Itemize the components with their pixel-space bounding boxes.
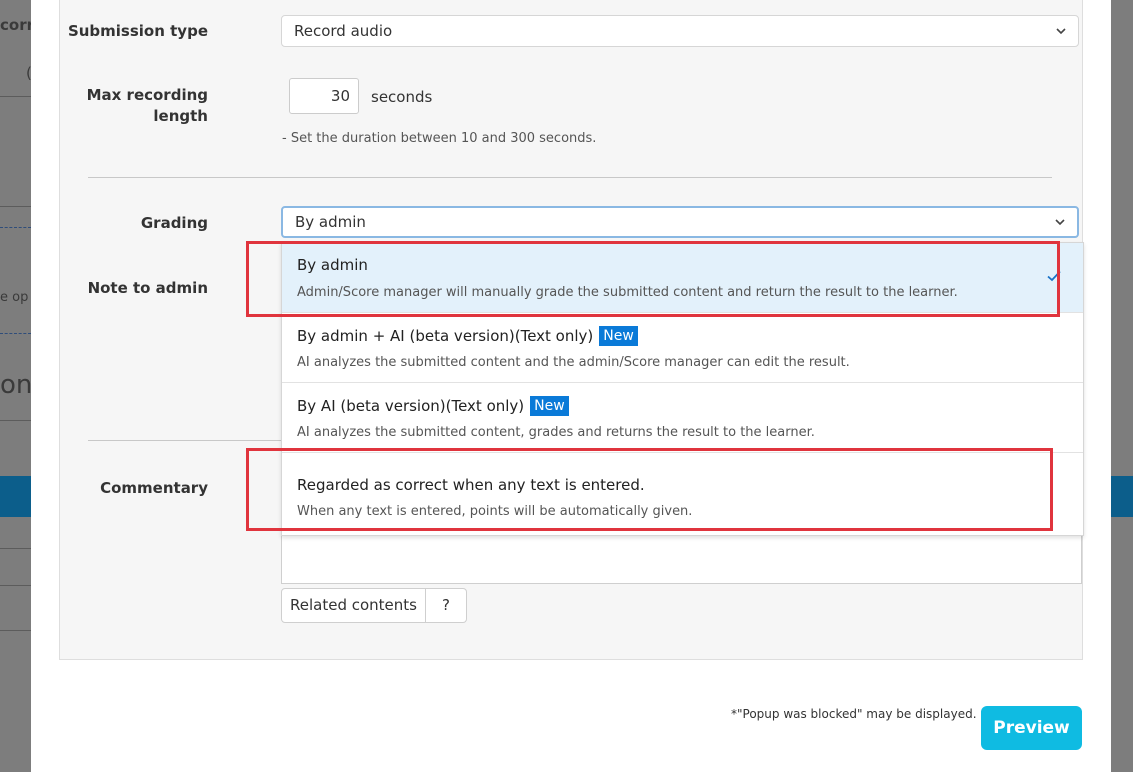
option-description: AI analyzes the submitted content and th…	[297, 355, 850, 370]
bg-blue-bar	[1111, 476, 1133, 517]
bg-blue-bar	[0, 476, 31, 517]
grading-label: Grading	[140, 214, 208, 232]
max-recording-label: Max recording length	[86, 86, 208, 125]
grading-value: By admin	[295, 213, 366, 231]
related-contents-button[interactable]: Related contents	[281, 588, 426, 623]
duration-hint: - Set the duration between 10 and 300 se…	[282, 131, 597, 146]
submission-type-value: Record audio	[294, 22, 393, 40]
related-contents-group: Related contents ?	[281, 588, 467, 623]
submission-type-select[interactable]: Record audio	[281, 15, 1079, 47]
new-badge: New	[530, 396, 569, 416]
bg-divider	[0, 548, 31, 549]
preview-button[interactable]: Preview	[981, 706, 1082, 750]
submission-type-label: Submission type	[67, 22, 208, 40]
commentary-label: Commentary	[100, 479, 208, 497]
settings-panel: Submission type Record audio Max recordi…	[59, 0, 1084, 660]
bg-dashed-line	[0, 227, 31, 228]
bg-divider	[0, 206, 31, 207]
seconds-unit: seconds	[371, 88, 433, 106]
chevron-down-icon	[1055, 219, 1065, 226]
new-badge: New	[599, 326, 638, 346]
grading-option-ai[interactable]: By AI (beta version)(Text only) New AI a…	[282, 383, 1083, 453]
popup-blocked-note: *"Popup was blocked" may be displayed.	[731, 707, 977, 721]
section-divider	[88, 177, 1052, 178]
bg-text-fragment: e op	[0, 290, 29, 305]
option-title: By AI (beta version)(Text only)	[297, 397, 525, 415]
chevron-down-icon	[1056, 28, 1066, 35]
grading-select[interactable]: By admin	[281, 206, 1079, 238]
max-recording-input[interactable]: 30	[289, 78, 359, 114]
bg-divider	[0, 420, 31, 421]
bg-divider	[0, 630, 31, 631]
option-title: By admin + AI (beta version)(Text only)	[297, 327, 594, 345]
help-button[interactable]: ?	[426, 588, 467, 623]
highlight-box	[246, 448, 1053, 531]
note-to-admin-label: Note to admin	[87, 279, 208, 297]
bg-divider	[0, 96, 31, 97]
bg-divider	[0, 585, 31, 586]
grading-option-admin-ai[interactable]: By admin + AI (beta version)(Text only) …	[282, 313, 1083, 383]
option-description: AI analyzes the submitted content, grade…	[297, 425, 815, 440]
question-settings-modal: Submission type Record audio Max recordi…	[31, 0, 1111, 772]
highlight-box	[246, 241, 1060, 317]
bg-heading-fragment: on	[0, 370, 33, 400]
bg-dashed-line	[0, 333, 31, 334]
